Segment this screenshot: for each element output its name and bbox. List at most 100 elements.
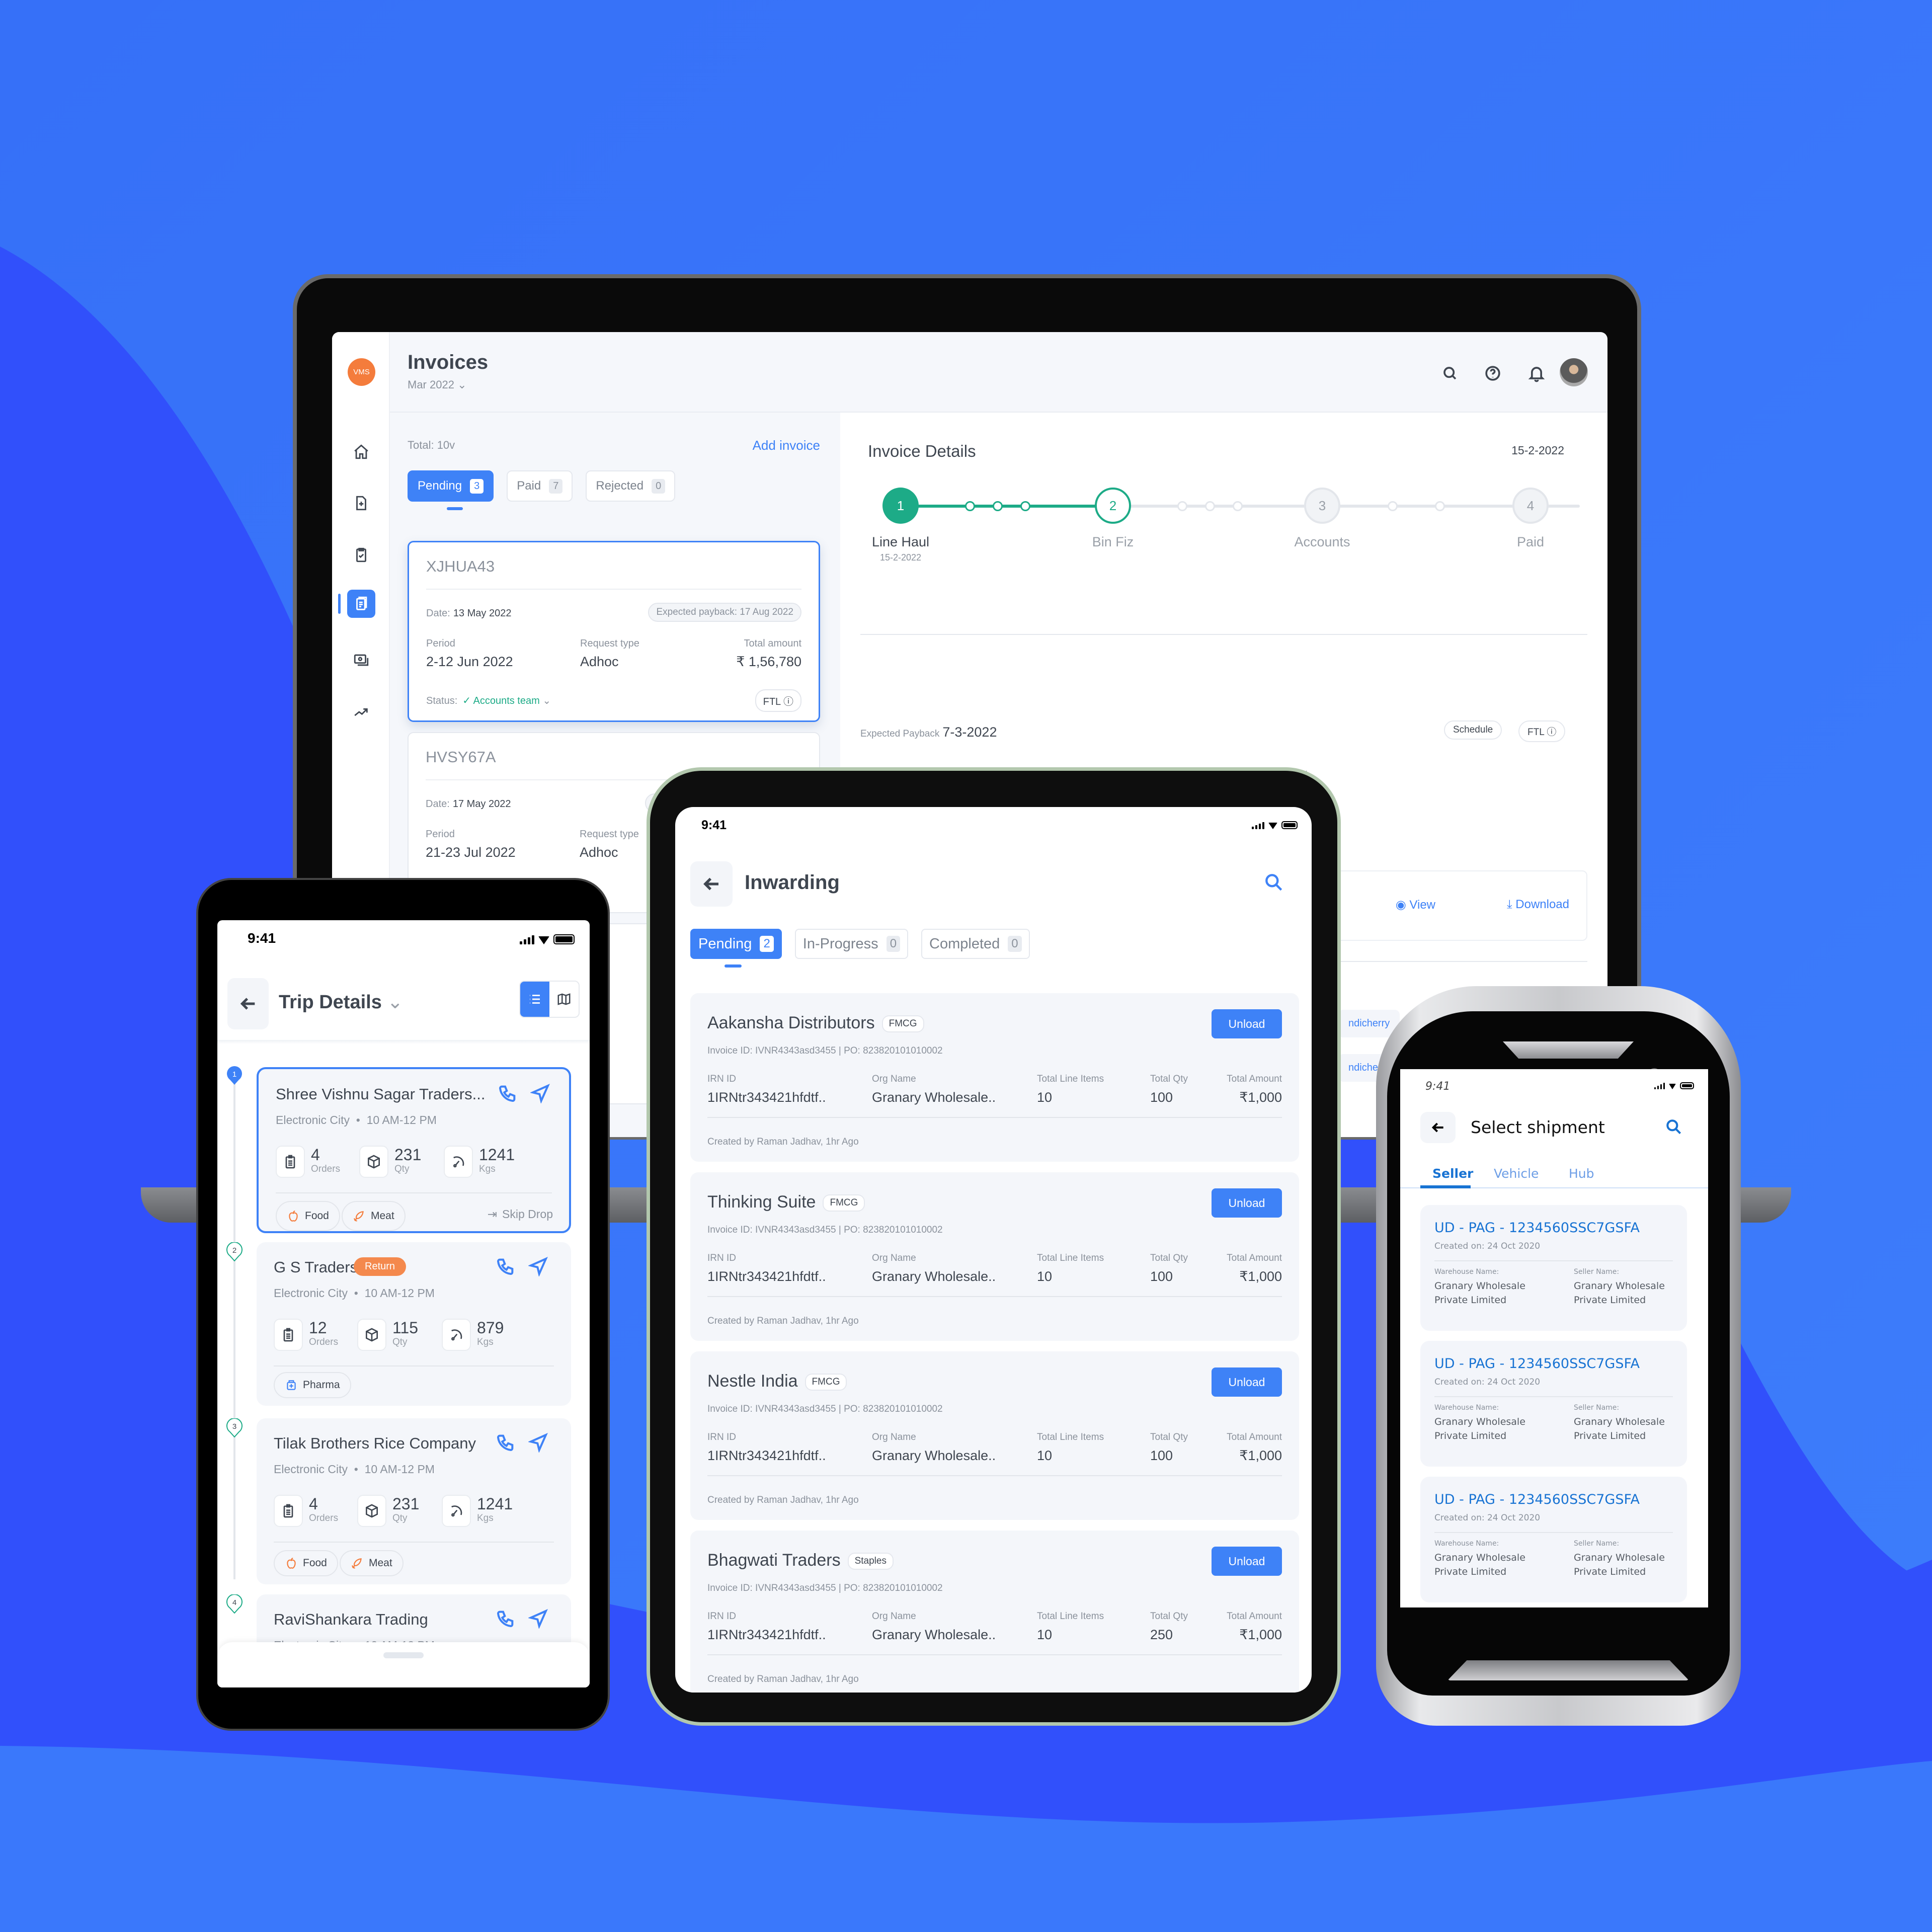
search-button[interactable] — [1439, 362, 1461, 384]
call-button[interactable] — [496, 1432, 516, 1453]
navigation-icon — [527, 1609, 548, 1630]
period-label: Period — [426, 829, 455, 840]
title: Trip Details — [279, 992, 382, 1013]
inwarding-card[interactable]: Bhagwati Traders Staples Unload Invoice ID:… — [690, 1531, 1299, 1693]
tab-in-progress[interactable]: In-Progress 0 — [794, 929, 909, 959]
tab-pending[interactable]: Pending 2 — [690, 929, 782, 959]
schedule-chip[interactable]: Schedule — [1444, 720, 1502, 740]
ftl-chip[interactable]: FTL ⓘ — [1518, 720, 1566, 742]
status-icons — [1252, 821, 1298, 829]
map-view-button[interactable] — [549, 982, 579, 1017]
shipment-card[interactable]: UD - PAG - 1234560SSC7GSFA Created on: 24… — [1420, 1341, 1687, 1467]
view-link[interactable]: ◉ View — [1396, 898, 1435, 912]
inwarding-card[interactable]: Thinking Suite FMCG Unload Invoice ID: IVNR… — [690, 1172, 1299, 1341]
tab-label: Rejected — [596, 479, 644, 493]
stop-pin-3: 3 — [226, 1418, 243, 1438]
notifications-button[interactable] — [1525, 362, 1548, 384]
sidebar-item-invoices[interactable] — [347, 590, 375, 618]
shipment-id[interactable]: UD - PAG - 1234560SSC7GSFA — [1434, 1356, 1640, 1372]
download-link[interactable]: ⤓ Download — [1507, 898, 1569, 912]
unload-button[interactable]: Unload — [1212, 1188, 1282, 1218]
navigation-icon — [529, 1084, 550, 1104]
created-on: Created on: 24 Oct 2020 — [1434, 1513, 1541, 1523]
page-title: Invoices — [408, 351, 489, 373]
total-count: Total: 10v — [408, 439, 455, 451]
inwarding-card[interactable]: Aakansha Distributors FMCG Unload Invoice I… — [690, 993, 1299, 1162]
tab-hub[interactable]: Hub — [1569, 1166, 1594, 1181]
sidebar-item-new-document[interactable] — [351, 493, 371, 513]
fish-icon — [352, 1558, 362, 1569]
sidebar-item-home[interactable] — [351, 442, 371, 462]
tab-pending[interactable]: Pending 3 — [408, 470, 494, 502]
tab-paid[interactable]: Paid 7 — [507, 470, 573, 502]
amount-column: Total Amount ₹1,000 — [1227, 1074, 1282, 1105]
status-value: Accounts team — [473, 695, 540, 706]
step-1[interactable]: 1 — [882, 488, 919, 524]
arrow-left-icon — [240, 998, 255, 1010]
call-button[interactable] — [496, 1256, 516, 1276]
ftl-tag[interactable]: FTL ⓘ — [755, 689, 801, 712]
metric-label: Qty — [394, 1164, 410, 1174]
tab-rejected[interactable]: Rejected 0 — [586, 470, 676, 502]
field-value: Granary Wholesale Private Limited — [1574, 1416, 1665, 1441]
navigate-button[interactable] — [527, 1432, 548, 1454]
period-selector[interactable]: Mar 2022 ⌄ — [408, 378, 467, 391]
unload-button[interactable]: Unload — [1212, 1367, 1282, 1397]
navigate-button[interactable] — [529, 1083, 550, 1104]
bottom-sheet[interactable] — [217, 1642, 590, 1687]
step-3[interactable]: 3 — [1304, 488, 1340, 524]
search-button[interactable] — [1263, 871, 1285, 896]
navigate-button[interactable] — [527, 1608, 548, 1630]
back-button[interactable] — [1420, 1112, 1456, 1143]
back-button[interactable] — [690, 861, 733, 907]
stop-card[interactable]: Shree Vishnu Sagar Traders... Electronic… — [257, 1067, 571, 1233]
step-2[interactable]: 2 — [1095, 488, 1131, 524]
unload-button[interactable]: Unload — [1212, 1009, 1282, 1038]
help-button[interactable] — [1482, 362, 1504, 384]
navigate-button[interactable] — [527, 1256, 548, 1277]
request-type-value: Adhoc — [580, 845, 618, 860]
metric-value: 879 — [477, 1319, 504, 1337]
tab-seller[interactable]: Seller — [1432, 1166, 1473, 1181]
warehouse-field: Warehouse Name: Granary Wholesale Private… — [1434, 1404, 1560, 1443]
inwarding-card[interactable]: Nestle India FMCG Unload Invoice ID: IVNR43… — [690, 1351, 1299, 1520]
unload-button[interactable]: Unload — [1212, 1547, 1282, 1576]
location: Electronic City — [274, 1286, 348, 1300]
sidebar-item-analytics[interactable] — [351, 702, 371, 722]
back-button[interactable] — [227, 978, 269, 1029]
column-label: Total Amount — [1227, 1611, 1282, 1622]
list-view-button[interactable] — [520, 982, 549, 1017]
shipment-card[interactable]: UD - PAG - 1234560SSC7GSFA Created on: 24… — [1420, 1477, 1687, 1602]
status[interactable]: Status: ✓ Accounts team ⌄ — [426, 694, 551, 707]
sidebar-item-tasks[interactable] — [351, 545, 371, 565]
link-label: View — [1409, 898, 1435, 912]
search-button[interactable] — [1664, 1117, 1683, 1139]
shipment-id[interactable]: UD - PAG - 1234560SSC7GSFA — [1434, 1220, 1640, 1236]
drag-handle[interactable] — [383, 1652, 424, 1658]
list-icon — [530, 995, 540, 1004]
column-value: Granary Wholesale.. — [872, 1448, 996, 1463]
skip-drop-button[interactable]: ⇥ Skip Drop — [488, 1208, 553, 1221]
orders-metric: 4Orders — [274, 1495, 338, 1527]
step-4[interactable]: 4 — [1512, 488, 1549, 524]
stop-card[interactable]: G S Traders Return Electronic City • 10 … — [257, 1242, 571, 1406]
call-button[interactable] — [498, 1083, 518, 1103]
vms-logo[interactable]: VMS — [348, 358, 375, 386]
shipment-card[interactable]: UD - PAG - 1234560SSC7GSFA Created on: 24… — [1420, 1205, 1687, 1331]
shipment-id[interactable]: UD - PAG - 1234560SSC7GSFA — [1434, 1492, 1640, 1507]
column-value: 100 — [1150, 1448, 1173, 1463]
phone-trip-details: 9:41 Trip Details ⌄ 1 2 3 4 Shree Vishnu… — [196, 878, 610, 1731]
avatar[interactable] — [1560, 358, 1588, 386]
trip-title-dropdown[interactable]: Trip Details ⌄ — [279, 991, 403, 1013]
qty-icon-box — [359, 1146, 388, 1178]
sidebar-item-payments[interactable] — [351, 650, 371, 670]
stop-card[interactable]: Tilak Brothers Rice Company Electronic C… — [257, 1418, 571, 1584]
created-on: Created on: 24 Oct 2020 — [1434, 1241, 1541, 1251]
tab-completed[interactable]: Completed 0 — [921, 929, 1030, 959]
column-value: 1IRNtr343421hfdtf.. — [707, 1627, 826, 1642]
metric-label: Qty — [392, 1337, 408, 1347]
tab-vehicle[interactable]: Vehicle — [1494, 1166, 1539, 1181]
call-button[interactable] — [496, 1608, 516, 1629]
add-invoice-link[interactable]: Add invoice — [753, 438, 820, 453]
invoice-card[interactable]: XJHUA43 Date: 13 May 2022 Expected paybac… — [408, 541, 820, 722]
